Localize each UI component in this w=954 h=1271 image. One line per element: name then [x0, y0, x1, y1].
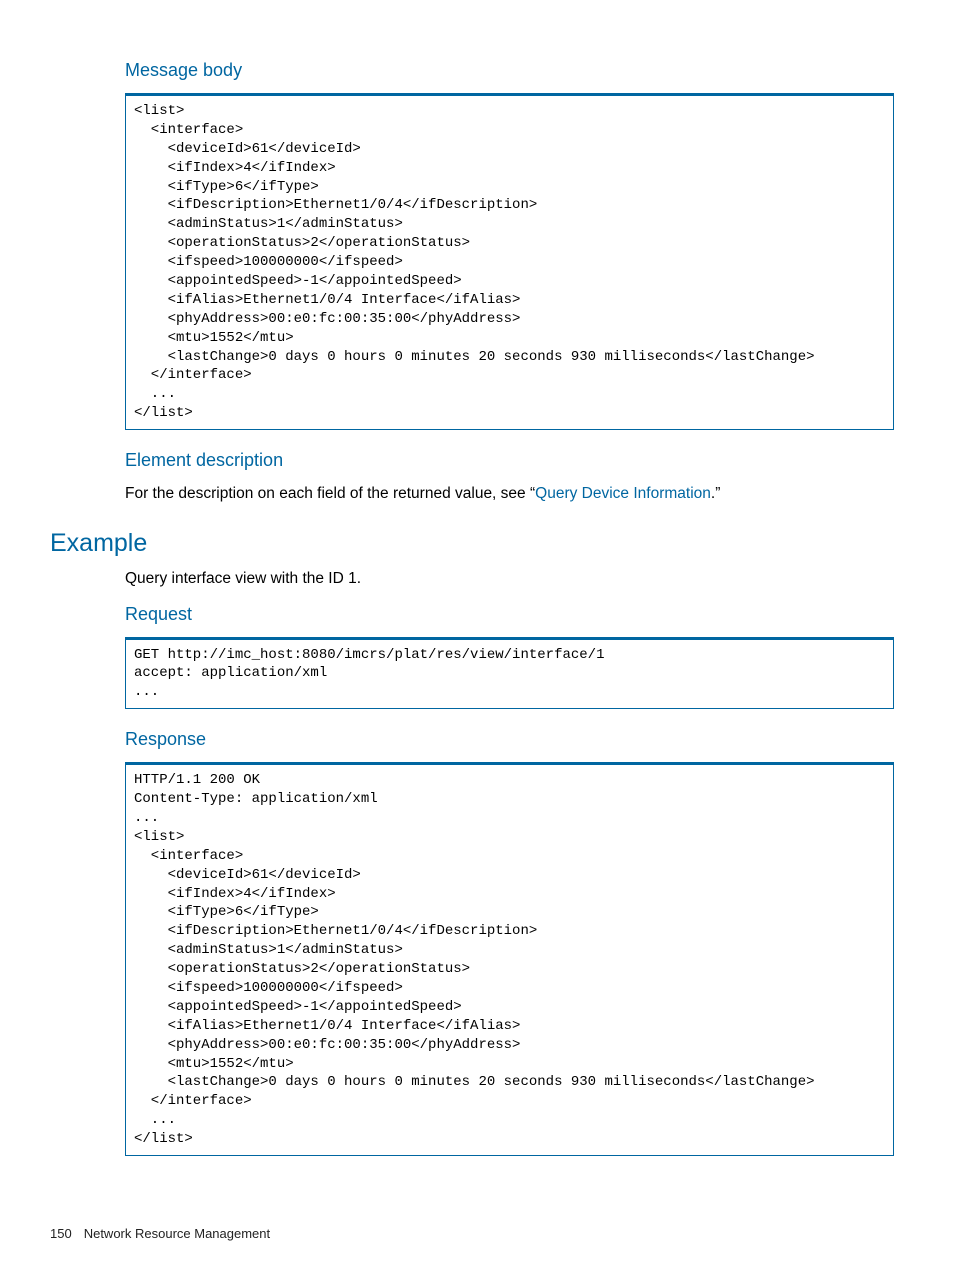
- page-footer: 150 Network Resource Management: [50, 1226, 270, 1241]
- link-query-device-information[interactable]: Query Device Information: [535, 485, 711, 502]
- code-message-body: <list> <interface> <deviceId>61</deviceI…: [125, 93, 894, 430]
- element-description-suffix: .”: [711, 485, 720, 502]
- heading-element-description: Element description: [125, 450, 894, 471]
- heading-example: Example: [50, 529, 894, 558]
- heading-response: Response: [125, 729, 894, 750]
- element-description-prefix: For the description on each field of the…: [125, 485, 535, 502]
- code-response: HTTP/1.1 200 OK Content-Type: applicatio…: [125, 762, 894, 1156]
- chapter-title: Network Resource Management: [84, 1226, 270, 1241]
- heading-request: Request: [125, 604, 894, 625]
- example-intro: Query interface view with the ID 1.: [125, 568, 894, 590]
- code-request: GET http://imc_host:8080/imcrs/plat/res/…: [125, 637, 894, 710]
- page-number: 150: [50, 1226, 72, 1241]
- element-description-text: For the description on each field of the…: [125, 483, 894, 505]
- heading-message-body: Message body: [125, 60, 894, 81]
